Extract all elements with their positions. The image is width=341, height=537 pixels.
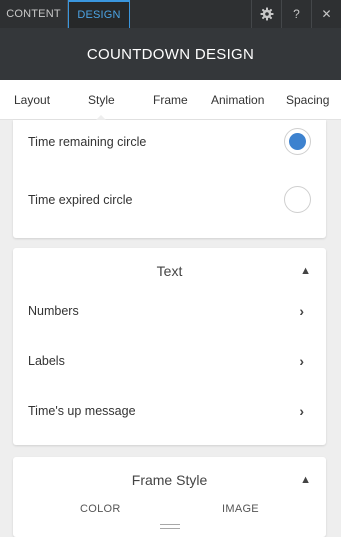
text-item-labels[interactable]: Labels › [13,336,326,386]
gear-icon[interactable] [251,0,281,28]
circle-options-card: Time remaining circle Time expired circl… [13,120,326,238]
tab-image[interactable]: IMAGE [222,503,259,515]
page-title: COUNTDOWN DESIGN [86,45,255,63]
drag-handle[interactable] [160,524,180,529]
list-item-label: Labels [28,354,65,368]
option-time-remaining[interactable]: Time remaining circle [13,117,326,167]
collapse-icon[interactable]: ▲ [300,457,311,503]
list-item-label: Time's up message [28,404,136,418]
tab-content[interactable]: CONTENT [0,0,68,28]
option-label: Time remaining circle [28,135,147,149]
option-time-expired[interactable]: Time expired circle [13,175,326,225]
top-bar: CONTENT DESIGN ? ✕ [0,0,341,28]
tab-layout[interactable]: Layout [14,80,50,120]
chevron-right-icon: › [299,303,304,319]
time-remaining-radio[interactable] [284,128,311,155]
list-item-label: Numbers [28,304,79,318]
section-title: Frame Style [131,472,208,488]
text-item-times-up[interactable]: Time's up message › [13,386,326,436]
close-icon[interactable]: ✕ [311,0,341,28]
tab-animation[interactable]: Animation [211,80,264,120]
text-item-numbers[interactable]: Numbers › [13,286,326,336]
tab-spacing[interactable]: Spacing [286,80,329,120]
chevron-right-icon: › [299,403,304,419]
design-nav: Layout Style Frame Animation Spacing [0,80,341,121]
tab-color[interactable]: COLOR [80,503,121,515]
panel-header: COUNTDOWN DESIGN [0,28,341,80]
frame-style-header[interactable]: Frame Style ▲ [13,457,326,503]
tab-design[interactable]: DESIGN [68,0,130,28]
tab-style[interactable]: Style [88,80,115,121]
option-label: Time expired circle [28,193,133,207]
help-icon[interactable]: ? [281,0,311,28]
time-expired-radio[interactable] [284,186,311,213]
text-section-card: Text ▲ Numbers › Labels › Time's up mess… [13,248,326,445]
tab-frame[interactable]: Frame [153,80,188,120]
radio-selected-dot [289,133,306,150]
chevron-right-icon: › [299,353,304,369]
